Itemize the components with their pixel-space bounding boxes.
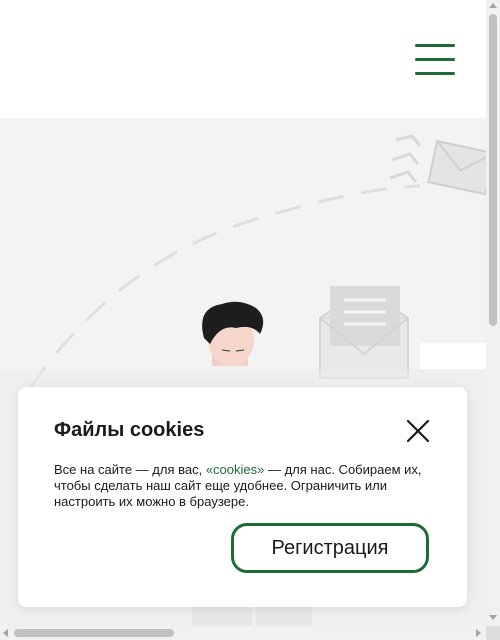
hamburger-menu-button[interactable] bbox=[410, 40, 460, 80]
vertical-scrollbar[interactable] bbox=[486, 0, 500, 626]
hamburger-menu-icon bbox=[415, 44, 455, 47]
vertical-scroll-thumb[interactable] bbox=[489, 14, 497, 326]
cookie-banner: Файлы cookies Все на сайте — для вас, «c… bbox=[18, 387, 467, 607]
horizontal-scroll-thumb[interactable] bbox=[14, 629, 174, 637]
scroll-right-arrow-icon[interactable] bbox=[476, 629, 481, 637]
scroll-up-arrow-icon[interactable] bbox=[489, 3, 497, 8]
hamburger-menu-icon-bar bbox=[415, 72, 455, 75]
cookies-link[interactable]: «cookies» bbox=[206, 462, 265, 477]
speed-lines-icon bbox=[389, 134, 422, 183]
scrollbar-corner bbox=[486, 626, 500, 640]
cookie-description: Все на сайте — для вас, «cookies» — для … bbox=[54, 462, 434, 510]
cookie-text-start: Все на сайте — для вас, bbox=[54, 462, 206, 477]
horizontal-scrollbar[interactable] bbox=[0, 626, 486, 640]
close-icon bbox=[406, 419, 430, 443]
white-card-shape bbox=[420, 343, 486, 369]
open-envelope-icon bbox=[319, 286, 409, 379]
hamburger-menu-icon-bar bbox=[415, 58, 455, 61]
scroll-down-arrow-icon[interactable] bbox=[489, 615, 497, 620]
cookie-title: Файлы cookies bbox=[54, 419, 205, 441]
register-button[interactable]: Регистрация bbox=[231, 523, 429, 573]
close-button[interactable] bbox=[404, 417, 432, 445]
site-header bbox=[0, 0, 486, 118]
scroll-left-arrow-icon[interactable] bbox=[3, 629, 8, 637]
flying-envelope-icon bbox=[427, 139, 486, 196]
